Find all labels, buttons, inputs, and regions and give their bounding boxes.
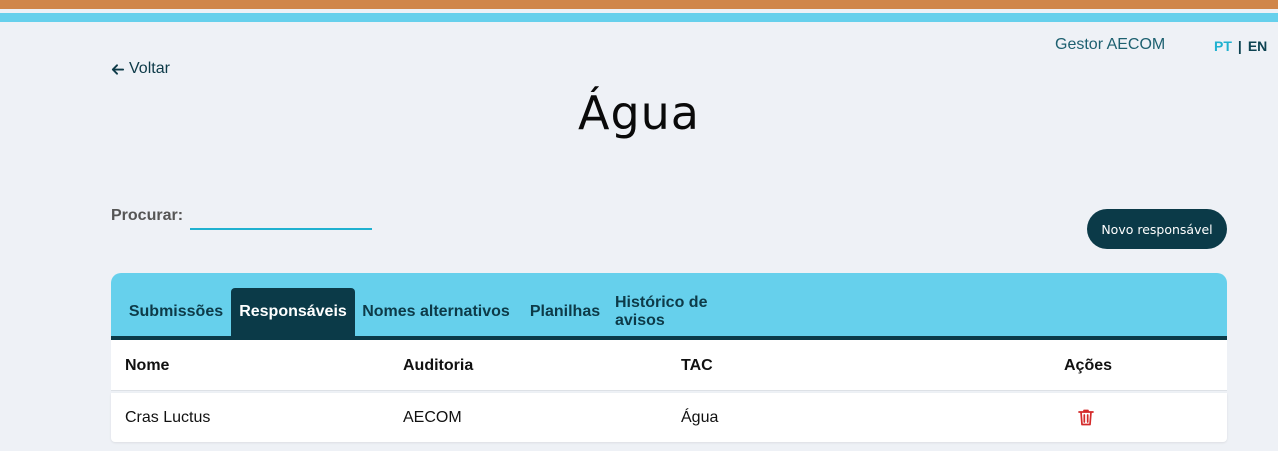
tab-historico-avisos[interactable]: Histórico de avisos xyxy=(615,288,760,336)
tab-bar: Submissões Responsáveis Nomes alternativ… xyxy=(111,273,1227,340)
cell-auditoria: AECOM xyxy=(403,409,462,426)
search-label: Procurar: xyxy=(111,207,184,224)
top-accent-bar-cyan xyxy=(0,13,1278,22)
lang-pt-link[interactable]: PT xyxy=(1214,38,1232,54)
user-name[interactable]: Gestor AECOM xyxy=(1055,36,1165,54)
trash-icon[interactable] xyxy=(1076,407,1096,427)
tab-responsaveis[interactable]: Responsáveis xyxy=(231,288,355,336)
tab-planilhas[interactable]: Planilhas xyxy=(525,288,605,336)
tab-submissoes[interactable]: Submissões xyxy=(121,288,231,336)
lang-separator: | xyxy=(1237,38,1242,54)
column-header-nome[interactable]: Nome xyxy=(125,357,169,375)
lang-en-link[interactable]: EN xyxy=(1248,38,1267,54)
back-link-label: Voltar xyxy=(129,60,170,77)
search-input[interactable] xyxy=(190,204,372,230)
column-header-auditoria[interactable]: Auditoria xyxy=(403,357,473,375)
cell-nome: Cras Luctus xyxy=(125,409,211,426)
table-row: Cras Luctus AECOM Água xyxy=(111,393,1227,442)
page-title: Água xyxy=(577,86,700,140)
new-responsible-button[interactable]: Novo responsável xyxy=(1087,209,1227,249)
arrow-left-icon xyxy=(111,63,125,75)
column-header-tac[interactable]: TAC xyxy=(681,357,713,375)
back-link[interactable]: Voltar xyxy=(110,60,170,78)
table-header: Nome Auditoria TAC Ações xyxy=(111,340,1227,391)
language-switcher: PT | EN xyxy=(1214,38,1267,54)
cell-tac: Água xyxy=(681,409,719,426)
column-header-acoes: Ações xyxy=(1064,357,1113,374)
top-accent-bar-orange xyxy=(0,0,1278,9)
tab-nomes-alternativos[interactable]: Nomes alternativos xyxy=(361,288,511,336)
